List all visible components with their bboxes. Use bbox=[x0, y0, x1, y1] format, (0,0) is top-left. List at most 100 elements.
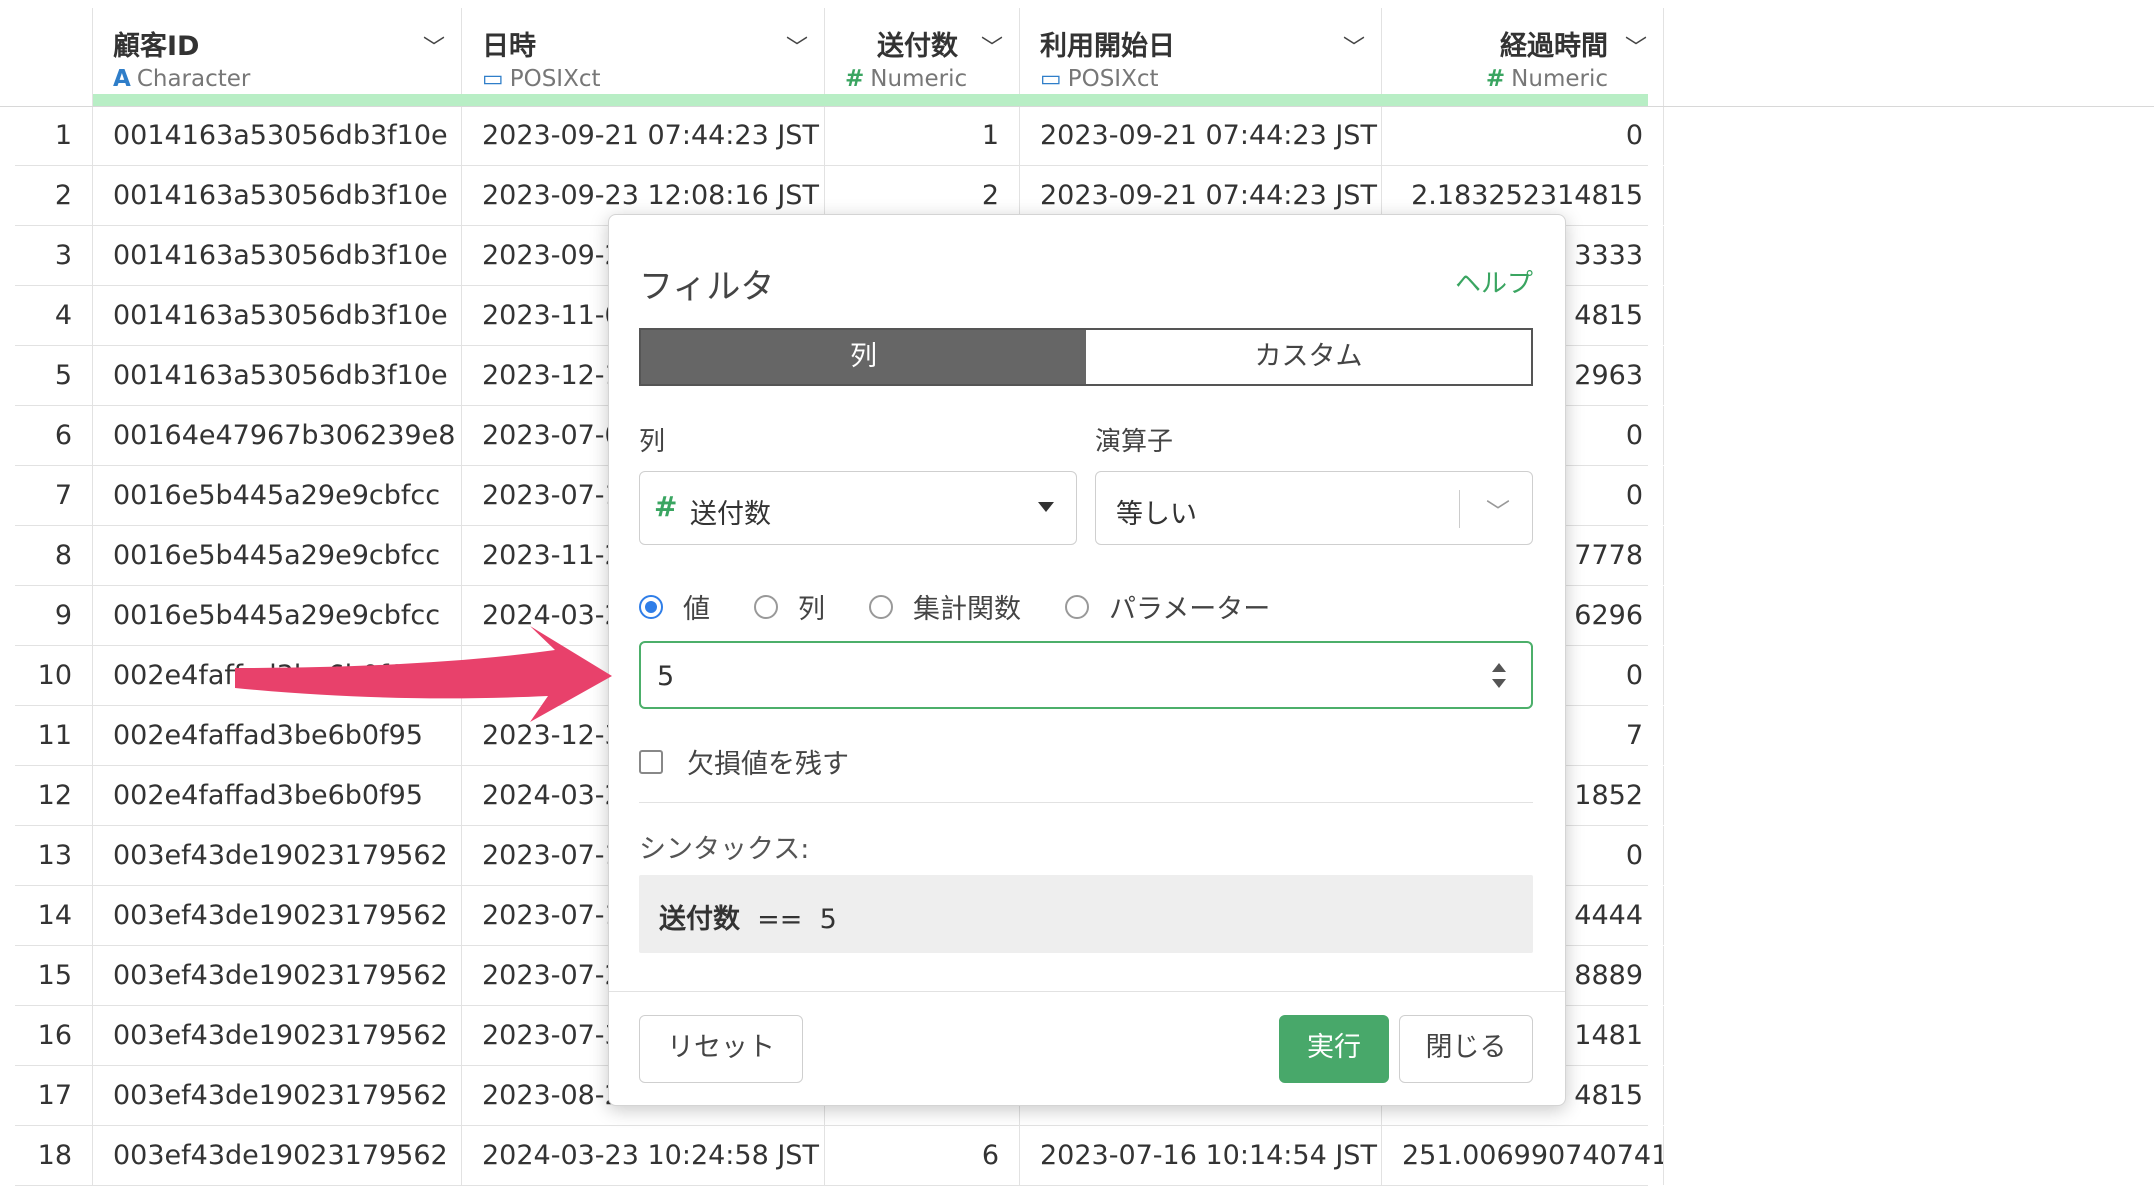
operator-label: 演算子 bbox=[1095, 427, 1174, 457]
keep-na-checkbox[interactable]: 欠損値を残す bbox=[639, 742, 849, 781]
row-number: 2 bbox=[15, 166, 93, 225]
tab-custom[interactable]: カスタム bbox=[1086, 330, 1531, 384]
cell-customer-id: 002e4faffad3be6b0f95 bbox=[93, 706, 462, 765]
column-name: 利用開始日 bbox=[1040, 31, 1175, 62]
cell-customer-id: 003ef43de19023179562 bbox=[93, 1006, 462, 1065]
column-type: # Numeric bbox=[845, 66, 968, 92]
radio-button[interactable] bbox=[1065, 594, 1089, 619]
radio-column[interactable]: 列 bbox=[754, 587, 825, 626]
divider bbox=[639, 802, 1533, 803]
chevron-down-icon[interactable]: ﹀ bbox=[1343, 30, 1365, 62]
column-header-customer-id[interactable]: 顧客ID A Character ﹀ bbox=[93, 8, 462, 106]
column-name: 日時 bbox=[482, 31, 536, 62]
column-type: ▭ POSIXct bbox=[482, 66, 601, 92]
cell-customer-id: 0014163a53056db3f10e bbox=[93, 106, 462, 165]
row-number: 8 bbox=[15, 526, 93, 585]
row-number: 10 bbox=[15, 646, 93, 705]
cell-elapsed: 251.006990740741 bbox=[1382, 1126, 1664, 1185]
cell-customer-id: 00164e47967b306239e8 bbox=[93, 406, 462, 465]
row-number: 7 bbox=[15, 466, 93, 525]
footer-divider bbox=[609, 991, 1565, 992]
cell-customer-id: 0014163a53056db3f10e bbox=[93, 226, 462, 285]
character-type-icon: A bbox=[113, 66, 131, 92]
select-separator bbox=[1459, 490, 1460, 528]
row-number: 15 bbox=[15, 946, 93, 1005]
header-highlight-bar bbox=[93, 94, 1648, 106]
column-header-send-count[interactable]: 送付数 # Numeric ﹀ bbox=[825, 8, 1020, 106]
value-input-text: 5 bbox=[657, 661, 675, 692]
cell-customer-id: 002e4faffad3be6b0f95 bbox=[93, 646, 462, 705]
chevron-down-icon[interactable]: ﹀ bbox=[786, 30, 808, 62]
column-type: # Numeric bbox=[1485, 66, 1608, 92]
cell-start-date: 2023-07-16 10:14:54 JST bbox=[1020, 1126, 1382, 1185]
cell-customer-id: 0014163a53056db3f10e bbox=[93, 166, 462, 225]
filter-mode-tabs: 列 カスタム bbox=[639, 328, 1533, 386]
cell-customer-id: 003ef43de19023179562 bbox=[93, 886, 462, 945]
operator-select[interactable]: 等しい ﹀ bbox=[1095, 471, 1533, 545]
cell-customer-id: 0016e5b445a29e9cbfcc bbox=[93, 586, 462, 645]
numeric-type-icon: # bbox=[845, 66, 865, 92]
row-number: 14 bbox=[15, 886, 93, 945]
spin-down-icon[interactable] bbox=[1492, 679, 1506, 688]
dialog-title: フィルタ bbox=[639, 267, 775, 307]
operator-select-value: 等しい bbox=[1116, 499, 1197, 530]
row-number: 18 bbox=[15, 1126, 93, 1185]
cell-customer-id: 002e4faffad3be6b0f95 bbox=[93, 766, 462, 825]
syntax-code: 送付数 == 5 bbox=[659, 904, 837, 935]
close-button[interactable]: 閉じる bbox=[1399, 1015, 1533, 1083]
syntax-label: シンタックス: bbox=[639, 834, 810, 865]
column-select[interactable]: # 送付数 bbox=[639, 471, 1077, 545]
cell-datetime: 2024-03-23 10:24:58 JST bbox=[462, 1126, 825, 1185]
cell-customer-id: 003ef43de19023179562 bbox=[93, 946, 462, 1005]
table-row: 1 0014163a53056db3f10e 2023-09-21 07:44:23… bbox=[15, 106, 1664, 166]
chevron-down-icon[interactable]: ﹀ bbox=[1625, 30, 1647, 62]
column-header-start-date[interactable]: 利用開始日 ▭ POSIXct ﹀ bbox=[1020, 8, 1382, 106]
syntax-preview: 送付数 == 5 bbox=[639, 875, 1533, 953]
header-divider bbox=[0, 106, 2154, 107]
numeric-type-icon: # bbox=[654, 490, 678, 523]
cell-customer-id: 003ef43de19023179562 bbox=[93, 1126, 462, 1185]
column-header-datetime[interactable]: 日時 ▭ POSIXct ﹀ bbox=[462, 8, 825, 106]
radio-button[interactable] bbox=[754, 594, 778, 619]
radio-aggregate[interactable]: 集計関数 bbox=[869, 587, 1021, 626]
reset-button[interactable]: リセット bbox=[639, 1015, 803, 1083]
value-source-radio-group: 値 列 集計関数 パラメーター bbox=[639, 587, 1314, 626]
row-number-header bbox=[15, 8, 93, 106]
cell-datetime: 2023-09-21 07:44:23 JST bbox=[462, 106, 825, 165]
column-name: 経過時間 bbox=[1500, 31, 1608, 62]
chevron-down-icon[interactable]: ﹀ bbox=[423, 30, 445, 62]
radio-button[interactable] bbox=[869, 594, 893, 619]
row-number: 9 bbox=[15, 586, 93, 645]
filter-dialog: フィルタ ヘルプ 列 カスタム 列 演算子 # 送付数 等しい ﹀ 値 列 集計… bbox=[608, 214, 1566, 1106]
row-number: 16 bbox=[15, 1006, 93, 1065]
spin-up-icon[interactable] bbox=[1492, 663, 1506, 672]
chevron-down-icon[interactable]: ﹀ bbox=[981, 30, 1003, 62]
row-number: 1 bbox=[15, 106, 93, 165]
checkbox[interactable] bbox=[639, 749, 663, 774]
cell-send-count: 6 bbox=[825, 1126, 1020, 1185]
cell-start-date: 2023-09-21 07:44:23 JST bbox=[1020, 106, 1382, 165]
caret-down-icon bbox=[1038, 502, 1054, 512]
column-type: ▭ POSIXct bbox=[1040, 66, 1159, 92]
column-select-value: 送付数 bbox=[690, 499, 771, 530]
row-number: 4 bbox=[15, 286, 93, 345]
cell-customer-id: 003ef43de19023179562 bbox=[93, 826, 462, 885]
column-type: A Character bbox=[113, 66, 251, 92]
value-input[interactable]: 5 bbox=[639, 641, 1533, 709]
row-number: 6 bbox=[15, 406, 93, 465]
cell-elapsed: 0 bbox=[1382, 106, 1664, 165]
radio-parameter[interactable]: パラメーター bbox=[1065, 587, 1270, 626]
numeric-type-icon: # bbox=[1485, 66, 1506, 92]
radio-button-selected[interactable] bbox=[639, 594, 663, 619]
tab-column[interactable]: 列 bbox=[641, 330, 1086, 384]
cell-customer-id: 0014163a53056db3f10e bbox=[93, 286, 462, 345]
run-button[interactable]: 実行 bbox=[1279, 1015, 1389, 1083]
cell-send-count: 1 bbox=[825, 106, 1020, 165]
help-link[interactable]: ヘルプ bbox=[1455, 263, 1533, 300]
cell-customer-id: 0014163a53056db3f10e bbox=[93, 346, 462, 405]
number-spinner[interactable] bbox=[1489, 659, 1509, 693]
radio-value[interactable]: 値 bbox=[639, 587, 710, 626]
cell-customer-id: 0016e5b445a29e9cbfcc bbox=[93, 466, 462, 525]
column-header-elapsed[interactable]: 経過時間 # Numeric ﹀ bbox=[1382, 8, 1664, 106]
cell-customer-id: 003ef43de19023179562 bbox=[93, 1066, 462, 1125]
